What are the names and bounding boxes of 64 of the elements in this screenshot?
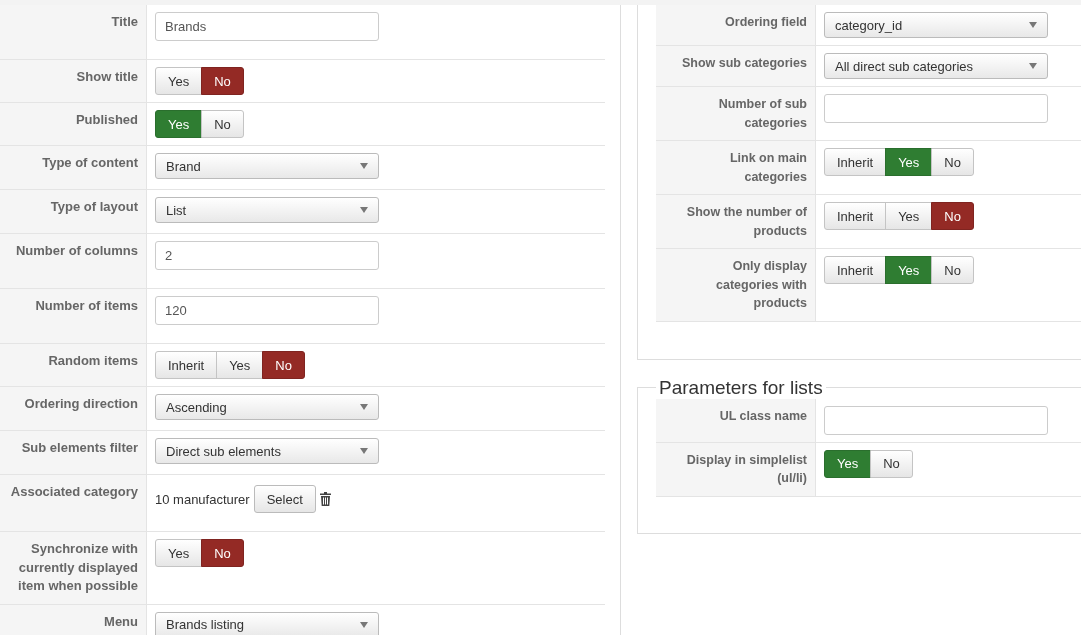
toggle-option[interactable]: Inherit	[824, 148, 887, 176]
toggle-option[interactable]: No	[931, 202, 974, 230]
caret-icon	[1029, 22, 1037, 28]
trash-icon[interactable]	[319, 492, 331, 506]
toggle-option[interactable]: Yes	[155, 539, 203, 567]
field-label: Show title	[76, 69, 138, 84]
toggle-option[interactable]: No	[201, 67, 244, 95]
toggle-option[interactable]: No	[201, 539, 244, 567]
field-label: Type of content	[42, 155, 138, 170]
toggle-option[interactable]: No	[870, 449, 913, 478]
toggle-option[interactable]: Yes	[216, 351, 264, 379]
caret-icon	[360, 207, 368, 213]
text-field[interactable]: 120	[155, 296, 379, 325]
select-button[interactable]: Select	[253, 485, 316, 513]
caret-icon	[360, 448, 368, 454]
caret-icon	[360, 621, 368, 628]
caret-icon	[1029, 63, 1037, 69]
dropdown[interactable]: Brand	[155, 153, 379, 179]
field-label: Number of sub categories	[718, 97, 807, 130]
toggle-option[interactable]: Yes	[885, 148, 933, 176]
caret-icon	[360, 404, 368, 410]
toggle-option[interactable]: No	[201, 110, 244, 138]
text-field[interactable]	[824, 94, 1048, 123]
field-label: Synchronize with currently displayed item when possible	[18, 541, 138, 593]
toggle-option[interactable]: Yes	[155, 67, 203, 95]
dropdown[interactable]: List	[155, 197, 379, 223]
field-label: Number of columns	[15, 243, 138, 258]
field-label: UL class name	[719, 408, 807, 423]
toggle-option[interactable]: Yes	[885, 256, 933, 284]
field-label: Associated category	[10, 484, 138, 499]
field-label: Show sub categories	[681, 56, 807, 70]
text-field[interactable]	[824, 405, 1048, 435]
section-title: Parameters for lists	[658, 376, 824, 399]
field-label: Show the number of products	[686, 205, 807, 238]
field-label: Only display categories with products	[716, 259, 807, 310]
field-label: Random items	[48, 353, 138, 368]
field-label: Published	[75, 112, 138, 127]
field-label: Link on main categories	[729, 151, 807, 184]
toggle-option[interactable]: Inherit	[155, 351, 218, 379]
toggle-option[interactable]: Inherit	[824, 202, 887, 230]
toggle-option[interactable]: No	[931, 256, 974, 284]
field-label: Sub elements filter	[21, 440, 138, 455]
toggle-option[interactable]: Yes	[155, 110, 203, 138]
toggle-option[interactable]: No	[931, 148, 974, 176]
dropdown[interactable]: Brands listing	[155, 611, 379, 635]
field-label: Ordering direction	[24, 396, 138, 411]
toggle-option[interactable]: Yes	[824, 449, 872, 478]
text-field[interactable]: 2	[155, 241, 379, 270]
toggle-option[interactable]: Yes	[885, 202, 933, 230]
field-label: Title	[111, 14, 138, 29]
field-label: Display in simplelist (ul/li)	[686, 452, 807, 485]
caret-icon	[360, 163, 368, 169]
dropdown[interactable]: All direct sub categories	[824, 53, 1048, 79]
field-label: Type of layout	[50, 199, 138, 214]
text-field[interactable]: Brands	[155, 12, 379, 41]
category-value: 10 manufacturer	[155, 491, 250, 507]
toggle-option[interactable]: Inherit	[824, 256, 887, 284]
dropdown[interactable]: category_id	[824, 12, 1048, 38]
toggle-option[interactable]: No	[262, 351, 305, 379]
dropdown[interactable]: Direct sub elements	[155, 438, 379, 464]
field-label: Menu	[104, 613, 138, 629]
dropdown[interactable]: Ascending	[155, 394, 379, 420]
field-label: Ordering field	[725, 15, 807, 29]
field-label: Number of items	[35, 298, 138, 313]
